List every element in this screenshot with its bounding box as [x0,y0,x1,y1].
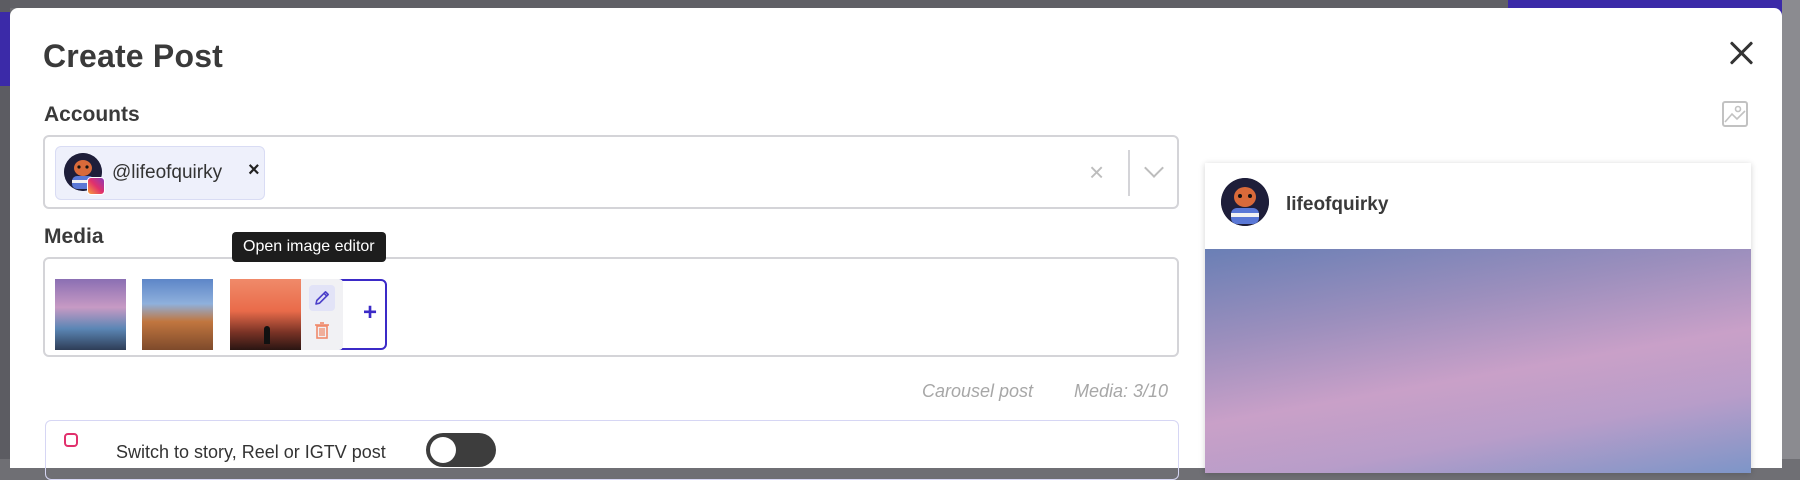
preview-image [1205,249,1751,473]
photo-silhouette [264,326,270,344]
media-thumbnail[interactable] [230,279,301,350]
media-label: Media [44,225,104,248]
media-thumbnail[interactable] [142,279,213,350]
story-toggle[interactable] [426,433,496,467]
image-preview-icon[interactable] [1721,100,1749,128]
trash-icon[interactable] [309,317,335,343]
account-chip: @lifeofquirky × [55,146,265,200]
clear-all-icon[interactable]: × [1089,157,1104,188]
background-right [1782,0,1800,459]
accounts-label: Accounts [44,103,140,126]
close-icon[interactable] [1724,36,1758,70]
avatar [1221,178,1269,226]
post-type-label: Carousel post [922,381,1034,401]
plus-icon: + [363,299,378,326]
remove-account-icon[interactable]: × [248,159,260,182]
story-toggle-label: Switch to story, Reel or IGTV post [116,442,386,462]
image-editor-tooltip: Open image editor [232,232,386,262]
preview-username: lifeofquirky [1286,194,1389,215]
instagram-icon [87,177,105,195]
accounts-select[interactable]: @lifeofquirky × × [43,135,1179,209]
modal-title: Create Post [43,38,224,74]
instagram-icon [64,433,78,447]
divider [1128,150,1130,196]
toggle-knob [430,437,456,463]
chevron-down-icon[interactable] [1144,158,1164,178]
media-dropzone[interactable]: + [43,257,1179,357]
thumbnail-actions [301,279,343,350]
story-toggle-row: Switch to story, Reel or IGTV post [45,420,1179,480]
pencil-icon[interactable] [309,285,335,311]
post-preview: lifeofquirky [1205,163,1751,473]
background-nav [0,12,10,86]
account-handle: @lifeofquirky [112,162,223,183]
media-count-label: Media: 3/10 [1074,381,1169,401]
media-thumbnail[interactable] [55,279,126,350]
